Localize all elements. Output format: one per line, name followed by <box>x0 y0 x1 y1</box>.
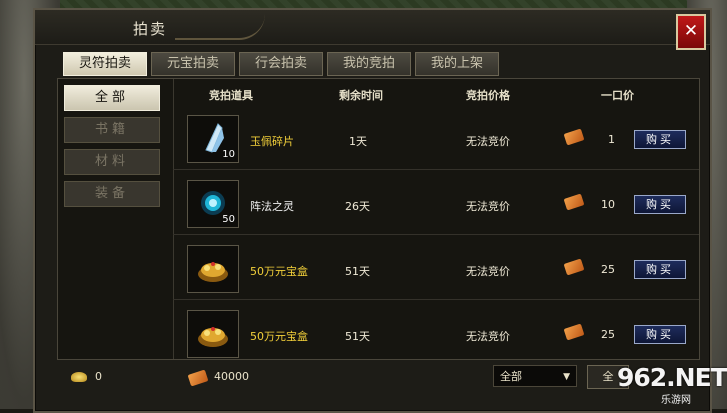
category-all[interactable]: 全部 <box>64 85 160 111</box>
buy-button[interactable]: 购买 <box>634 130 686 149</box>
filter-value: 全部 <box>500 370 522 383</box>
rune-ticket-icon <box>563 258 585 276</box>
item-bid-status: 无法竞价 <box>466 200 510 213</box>
window-title: 拍卖 <box>133 20 168 38</box>
close-button[interactable]: ✕ <box>676 14 706 50</box>
rune-ticket-icon <box>563 193 585 211</box>
category-materials[interactable]: 材料 <box>64 149 160 175</box>
table-row: 50万元宝盒 51天 无法竞价 25 购买 <box>173 235 699 300</box>
tab-rune-auction[interactable]: 灵符拍卖 <box>63 52 147 76</box>
table-row: 50万元宝盒 51天 无法竞价 25 购买 <box>173 300 699 359</box>
item-quantity: 10 <box>222 149 235 160</box>
category-sidebar: 全部 书籍 材料 装备 <box>58 79 174 359</box>
item-name: 50万元宝盒 <box>250 265 308 278</box>
item-time-left: 1天 <box>349 135 367 148</box>
item-name: 阵法之灵 <box>250 200 294 213</box>
auction-list-panel: 全部 书籍 材料 装备 竞拍道具 剩余时间 竞拍价格 一口价 10 玉佩碎片 1… <box>57 78 700 360</box>
tab-ingot-auction[interactable]: 元宝拍卖 <box>151 52 235 76</box>
tab-my-bids[interactable]: 我的竞拍 <box>327 52 411 76</box>
header-bid-price: 竞拍价格 <box>466 89 510 102</box>
item-slot[interactable] <box>187 245 239 293</box>
tab-guild-auction[interactable]: 行会拍卖 <box>239 52 323 76</box>
ticket-balance: 40000 <box>214 370 249 383</box>
table-header: 竞拍道具 剩余时间 竞拍价格 一口价 <box>173 79 699 105</box>
watermark-sub: 乐游网 <box>661 395 691 406</box>
item-slot[interactable]: 10 <box>187 115 239 163</box>
table-row: 10 玉佩碎片 1天 无法竞价 1 购买 <box>173 105 699 170</box>
item-buyout-price: 25 <box>601 263 615 276</box>
item-time-left: 51天 <box>345 265 370 278</box>
buy-button[interactable]: 购买 <box>634 325 686 344</box>
rune-ticket-icon <box>563 323 585 341</box>
title-ornament <box>175 14 265 40</box>
header-buyout-price: 一口价 <box>601 89 634 102</box>
category-equipment[interactable]: 装备 <box>64 181 160 207</box>
treasure-chest-icon <box>198 262 228 282</box>
watermark-brand: 962.NET <box>617 363 727 392</box>
category-filter-select[interactable]: 全部 ▼ <box>493 365 577 387</box>
item-quantity: 50 <box>222 214 235 225</box>
item-rows: 10 玉佩碎片 1天 无法竞价 1 购买 50 阵法之灵 26天 无法竞价 10… <box>173 105 699 359</box>
item-slot[interactable] <box>187 310 239 358</box>
item-buyout-price: 1 <box>608 133 615 146</box>
rune-ticket-icon <box>563 128 585 146</box>
gold-balance: 0 <box>95 370 102 383</box>
table-row: 50 阵法之灵 26天 无法竞价 10 购买 <box>173 170 699 235</box>
category-books[interactable]: 书籍 <box>64 117 160 143</box>
item-bid-status: 无法竞价 <box>466 330 510 343</box>
buy-button[interactable]: 购买 <box>634 260 686 279</box>
header-item: 竞拍道具 <box>209 89 253 102</box>
buy-button[interactable]: 购买 <box>634 195 686 214</box>
item-time-left: 26天 <box>345 200 370 213</box>
item-slot[interactable]: 50 <box>187 180 239 228</box>
close-icon: ✕ <box>683 21 699 41</box>
item-buyout-price: 10 <box>601 198 615 211</box>
item-name: 50万元宝盒 <box>250 330 308 343</box>
treasure-chest-icon <box>198 327 228 347</box>
item-name: 玉佩碎片 <box>250 135 294 148</box>
auction-window: 拍卖 ✕ 灵符拍卖 元宝拍卖 行会拍卖 我的竞拍 我的上架 全部 书籍 材料 装… <box>33 8 712 413</box>
item-bid-status: 无法竞价 <box>466 135 510 148</box>
title-bar: 拍卖 <box>35 10 710 45</box>
header-time: 剩余时间 <box>339 89 383 102</box>
site-watermark: 962.NET 乐游网 <box>617 363 727 407</box>
currency-footer: 0 40000 全部 ▼ 全 <box>57 360 698 400</box>
item-buyout-price: 25 <box>601 328 615 341</box>
gold-ingot-icon <box>71 372 87 382</box>
tab-my-listings[interactable]: 我的上架 <box>415 52 499 76</box>
rune-ticket-icon <box>187 369 209 387</box>
chevron-down-icon: ▼ <box>563 372 570 382</box>
item-time-left: 51天 <box>345 330 370 343</box>
item-bid-status: 无法竞价 <box>466 265 510 278</box>
